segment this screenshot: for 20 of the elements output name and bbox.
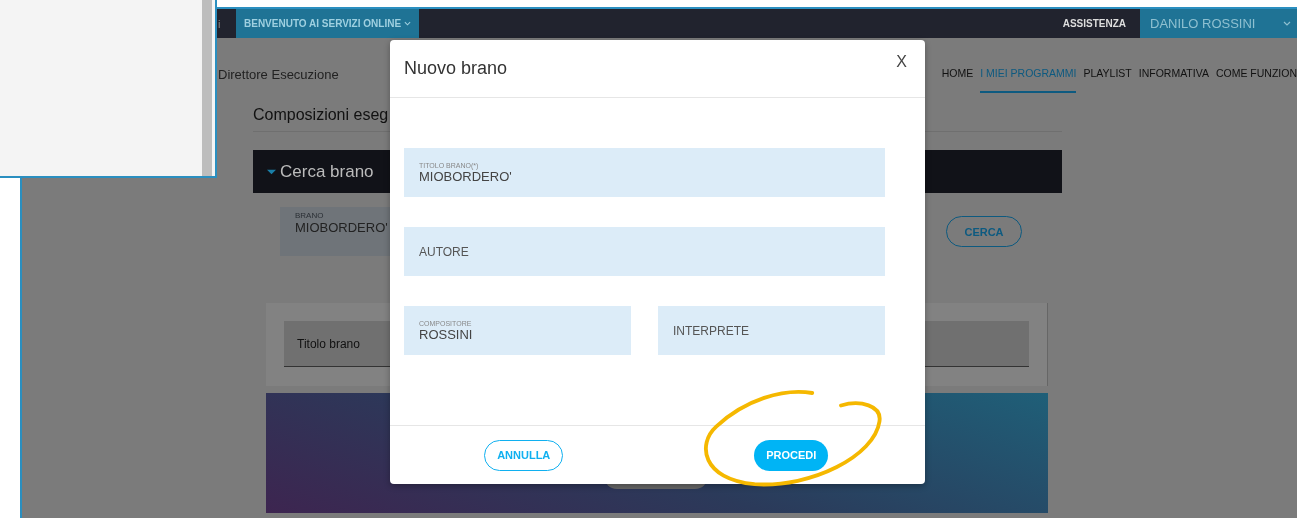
- dialog-title: Nuovo brano: [404, 58, 508, 79]
- scrollbar[interactable]: [202, 0, 212, 176]
- welcome-menu[interactable]: BENVENUTO AI SERVIZI ONLINE: [236, 9, 420, 38]
- proceed-button[interactable]: PROCEDI: [754, 439, 829, 471]
- menu-text-fragment: i: [218, 17, 222, 30]
- user-role: Direttore Esecuzione: [218, 66, 339, 82]
- search-panel-title: Cerca brano: [280, 161, 374, 182]
- column-header[interactable]: Titolo brano: [297, 336, 360, 351]
- help-link[interactable]: ASSISTENZA: [1062, 18, 1126, 29]
- close-button[interactable]: X: [892, 52, 911, 71]
- cancel-button[interactable]: ANNULLA: [484, 439, 564, 471]
- nav-link[interactable]: COME FUNZION: [1215, 55, 1297, 93]
- input-field[interactable]: INTERPRETE: [658, 306, 885, 355]
- input-field[interactable]: AUTORE: [404, 227, 885, 276]
- user-menu[interactable]: DANILO ROSSINI: [1140, 9, 1297, 38]
- chevron-down-icon: [404, 21, 412, 26]
- nav-link[interactable]: PLAYLIST: [1083, 55, 1132, 93]
- nav-link[interactable]: INFORMATIVA: [1138, 55, 1209, 93]
- nav-link[interactable]: HOME: [941, 55, 974, 93]
- chevron-down-icon: [1283, 21, 1291, 26]
